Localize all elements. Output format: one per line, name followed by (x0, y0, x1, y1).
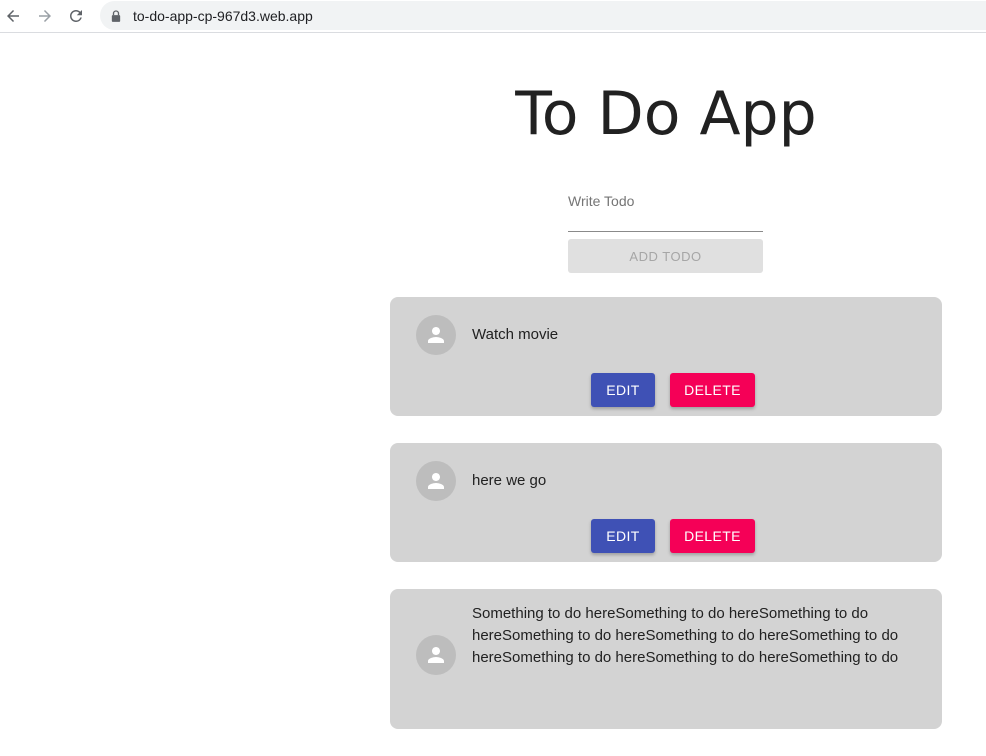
avatar (416, 461, 456, 501)
todo-actions: EDIT DELETE (591, 519, 755, 553)
todo-input[interactable] (568, 186, 763, 231)
todo-input-field[interactable]: Write Todo (568, 186, 763, 232)
avatar (416, 315, 456, 355)
todo-text: Something to do hereSomething to do here… (472, 605, 899, 666)
person-icon (428, 473, 444, 489)
todo-text: here we go (472, 472, 547, 489)
address-bar[interactable]: to-do-app-cp-967d3.web.app (100, 1, 986, 30)
lock-icon[interactable] (111, 9, 123, 23)
todo-form: Write Todo ADD TODO (568, 186, 763, 273)
todo-actions: EDIT DELETE (591, 373, 755, 407)
forward-button[interactable] (33, 4, 57, 28)
todo-card: here we go EDIT DELETE (390, 443, 942, 562)
edit-button[interactable]: EDIT (591, 373, 655, 407)
avatar (416, 635, 456, 675)
url-text: to-do-app-cp-967d3.web.app (133, 7, 313, 24)
arrow-right-icon (39, 10, 51, 22)
todo-card: Something to do hereSomething to do here… (390, 589, 942, 729)
page-title: To Do App (515, 79, 817, 149)
delete-button[interactable]: DELETE (670, 373, 755, 407)
person-icon (428, 327, 444, 343)
todo-list: Watch movie EDIT DELETE here we go EDIT … (390, 297, 942, 756)
arrow-left-icon (7, 10, 19, 22)
person-icon (428, 647, 444, 663)
edit-button[interactable]: EDIT (591, 519, 655, 553)
back-button[interactable] (1, 4, 25, 28)
delete-button[interactable]: DELETE (670, 519, 755, 553)
browser-toolbar: to-do-app-cp-967d3.web.app (0, 0, 986, 33)
todo-text: Watch movie (472, 326, 559, 343)
add-todo-button[interactable]: ADD TODO (568, 239, 763, 273)
reload-button[interactable] (64, 4, 88, 28)
reload-icon (70, 9, 82, 22)
todo-card: Watch movie EDIT DELETE (390, 297, 942, 416)
